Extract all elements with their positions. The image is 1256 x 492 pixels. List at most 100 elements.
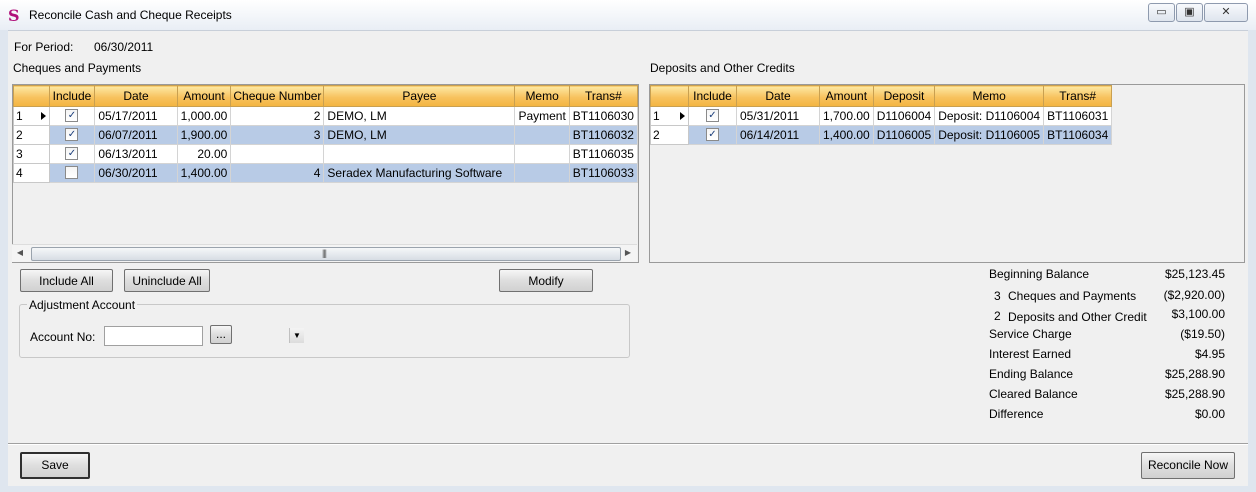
difference-label: Difference [989,407,1044,421]
modify-button[interactable]: Modify [499,269,593,292]
deposits-col-trans[interactable]: Trans# [1043,85,1113,107]
include-checkbox-unchecked[interactable] [65,166,79,180]
memo-cell [514,144,570,164]
include-cell[interactable]: ✓ [688,106,737,126]
row-number: 2 [653,128,660,142]
date-cell: 05/17/2011 [94,106,178,126]
table-row[interactable]: 2 ✓ 06/07/2011 1,900.00 3 DEMO, LM BT110… [13,125,638,145]
cheque-number-cell: 3 [230,125,325,145]
window-frame-bottom [0,486,1256,492]
cheques-col-trans[interactable]: Trans# [568,85,638,107]
row-number: 2 [16,128,23,142]
scroll-left-arrow-icon[interactable]: ◀ [14,247,26,259]
reconcile-now-button[interactable]: Reconcile Now [1141,452,1235,479]
scroll-right-arrow-icon[interactable]: ▶ [622,247,634,259]
memo-cell [514,163,570,183]
chevron-down-icon[interactable]: ▼ [289,328,304,343]
cleared-balance-label: Cleared Balance [989,387,1078,401]
restore-button[interactable]: ▣ [1176,3,1203,22]
save-button[interactable]: Save [20,452,90,479]
table-row[interactable]: 2 ✓ 06/14/2011 1,400.00 D1106005 Deposit… [650,125,1113,145]
cheques-col-include[interactable]: Include [48,85,96,107]
cheques-col-cheque-number[interactable]: Cheque Number [230,85,325,107]
cheques-count: 3 [994,289,1001,303]
deposits-grid[interactable]: Include Date Amount Deposit Memo Trans# … [649,84,1245,263]
deposit-cell: D1106005 [872,125,936,145]
include-checkbox[interactable]: ✓ [65,128,79,142]
interest-earned-label: Interest Earned [989,347,1072,361]
trans-cell: BT1106033 [568,163,638,183]
current-row-pointer-icon [680,112,685,120]
table-row[interactable]: 1 ✓ 05/31/2011 1,700.00 D1106004 Deposit… [650,106,1113,126]
cheque-number-cell: 2 [230,106,325,126]
payee-cell: DEMO, LM [323,106,516,126]
amount-cell: 1,000.00 [176,106,232,126]
cleared-balance-value: $25,288.90 [1164,387,1225,401]
deposits-table: Include Date Amount Deposit Memo Trans# … [650,85,1113,145]
deposits-credits-value: $3,100.00 [1171,307,1225,321]
include-checkbox[interactable]: ✓ [706,128,719,142]
amount-cell: 1,900.00 [176,125,232,145]
deposits-corner-header [650,85,689,107]
payee-cell: DEMO, LM [323,125,516,145]
row-number: 4 [16,166,23,180]
cheques-payments-value: ($2,920.00) [1163,288,1225,302]
row-header[interactable]: 2 [13,125,50,145]
minimize-button[interactable]: ▭ [1148,3,1175,22]
table-row[interactable]: 1 ✓ 05/17/2011 1,000.00 2 DEMO, LM Payme… [13,106,638,126]
trans-cell: BT1106034 [1043,125,1113,145]
date-cell: 06/13/2011 [94,144,178,164]
row-header[interactable]: 1 [650,106,689,126]
table-row[interactable]: 4 06/30/2011 1,400.00 4 Seradex Manufact… [13,163,638,183]
cheques-col-amount[interactable]: Amount [176,85,232,107]
cheques-col-payee[interactable]: Payee [323,85,516,107]
table-row[interactable]: 3 ✓ 06/13/2011 20.00 BT1106035 [13,144,638,164]
include-all-button[interactable]: Include All [20,269,113,292]
cheques-table: Include Date Amount Cheque Number Payee … [13,85,638,183]
trans-cell: BT1106032 [568,125,638,145]
cheques-col-date[interactable]: Date [94,85,178,107]
browse-account-button[interactable]: ... [210,325,232,344]
date-cell: 06/14/2011 [736,125,820,145]
deposits-col-amount[interactable]: Amount [819,85,874,107]
account-no-label: Account No: [30,330,96,344]
close-button[interactable]: ✕ [1204,3,1248,22]
memo-cell: Deposit: D1106005 [934,125,1045,145]
include-checkbox[interactable]: ✓ [65,109,79,123]
deposits-col-date[interactable]: Date [736,85,820,107]
scrollbar-grip-icon: ||| [322,248,327,258]
row-header[interactable]: 2 [650,125,689,145]
amount-cell: 20.00 [176,144,232,164]
deposits-col-memo[interactable]: Memo [934,85,1045,107]
include-cell[interactable]: ✓ [48,106,96,126]
row-header[interactable]: 3 [13,144,50,164]
cheques-header-row: Include Date Amount Cheque Number Payee … [13,85,638,107]
deposit-cell: D1106004 [872,106,936,126]
cheques-col-memo[interactable]: Memo [514,85,570,107]
app-icon: S [8,6,20,25]
row-header[interactable]: 1 [13,106,50,126]
include-checkbox[interactable]: ✓ [65,147,79,161]
deposits-col-deposit[interactable]: Deposit [872,85,936,107]
include-checkbox[interactable]: ✓ [706,109,719,123]
interest-earned-value: $4.95 [1194,347,1225,361]
row-header[interactable]: 4 [13,163,50,183]
difference-value: $0.00 [1194,407,1225,421]
amount-cell: 1,700.00 [819,106,874,126]
account-no-combobox[interactable]: ▼ [104,326,304,346]
cheques-section-title: Cheques and Payments [13,61,142,75]
window-frame-left [0,30,8,492]
cheques-horizontal-scrollbar[interactable]: ◀ ||| ▶ [12,244,637,262]
ending-balance-label: Ending Balance [989,367,1074,381]
include-cell[interactable]: ✓ [48,144,96,164]
include-cell[interactable] [48,163,96,183]
deposits-col-include[interactable]: Include [688,85,737,107]
include-cell[interactable]: ✓ [48,125,96,145]
service-charge-label: Service Charge [989,327,1072,341]
cheques-grid[interactable]: Include Date Amount Cheque Number Payee … [12,84,639,263]
beginning-balance-label: Beginning Balance [989,267,1090,281]
scrollbar-thumb[interactable]: ||| [31,247,621,261]
include-cell[interactable]: ✓ [688,125,737,145]
memo-cell: Deposit: D1106004 [934,106,1045,126]
uninclude-all-button[interactable]: Uninclude All [124,269,210,292]
